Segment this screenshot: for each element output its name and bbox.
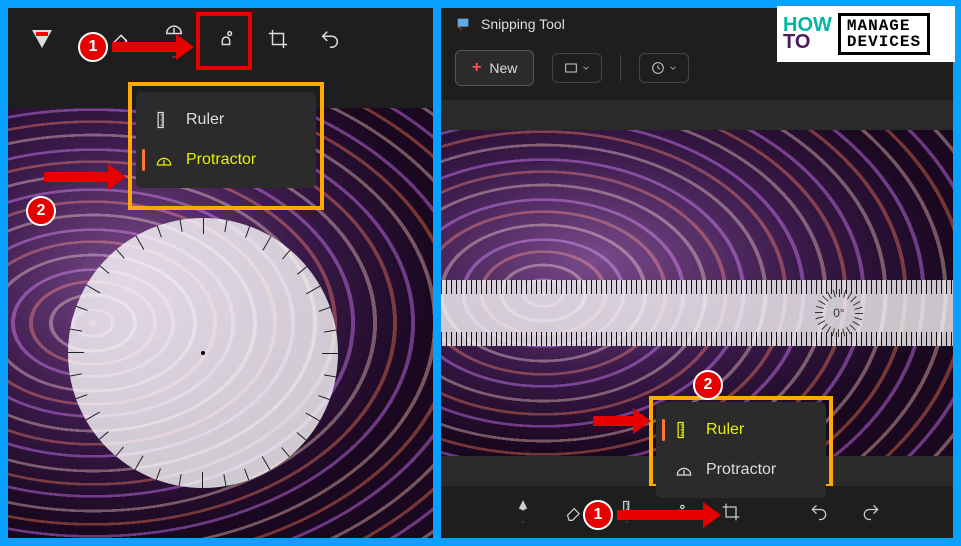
arrow-2	[44, 172, 112, 182]
step-badge-1-right: 1	[583, 500, 613, 530]
new-button[interactable]: + New	[455, 50, 534, 86]
eraser-tool[interactable]	[100, 17, 144, 61]
undo-tool[interactable]	[308, 17, 352, 61]
rectangle-icon	[563, 60, 579, 76]
clock-icon	[650, 60, 666, 76]
menu-item-protractor[interactable]: Protractor	[136, 140, 316, 180]
ruler-overlay[interactable]: 0°	[441, 280, 953, 346]
menu-item-ruler[interactable]: Ruler	[136, 100, 316, 140]
watermark-logo: HOW TO MANAGE DEVICES	[777, 6, 955, 62]
ruler-dropdown-menu: Ruler Protractor	[136, 92, 316, 188]
arrow-1	[112, 42, 180, 52]
left-screenshot: Ruler Protractor 1 2	[8, 8, 433, 538]
new-label: New	[489, 60, 517, 76]
logo-brand: MANAGE DEVICES	[838, 13, 930, 55]
app-icon	[455, 16, 471, 32]
protractor-icon	[154, 150, 174, 170]
arrow-1-right	[617, 510, 707, 520]
ruler-dropdown-menu-right: Ruler Protractor	[656, 402, 826, 498]
logo-how: HOW TO	[783, 17, 832, 51]
menu-label: Ruler	[706, 421, 744, 439]
app-title: Snipping Tool	[481, 16, 565, 32]
redo-tool[interactable]	[853, 492, 889, 532]
pen-tool[interactable]	[20, 17, 64, 61]
ruler-icon	[154, 110, 174, 130]
ruler-icon	[674, 420, 694, 440]
right-screenshot: Snipping Tool + New 0°	[441, 8, 953, 538]
snip-mode-button[interactable]	[552, 53, 602, 83]
plus-icon: +	[472, 59, 481, 77]
step-badge-1: 1	[78, 32, 108, 62]
delay-button[interactable]	[639, 53, 689, 83]
undo-tool[interactable]	[801, 492, 837, 532]
crop-tool[interactable]	[256, 17, 300, 61]
arrow-2-right	[593, 416, 637, 426]
chevron-down-icon	[668, 60, 678, 76]
menu-label: Ruler	[186, 111, 224, 129]
divider	[620, 55, 621, 81]
menu-label: Protractor	[186, 151, 256, 169]
angle-value: 0°	[815, 289, 863, 337]
step-badge-2-right: 2	[693, 370, 723, 400]
menu-label: Protractor	[706, 461, 776, 479]
step-badge-2: 2	[26, 196, 56, 226]
pen-tool[interactable]	[505, 492, 541, 532]
protractor-overlay[interactable]	[68, 218, 338, 488]
ruler-angle-dial[interactable]: 0°	[815, 289, 863, 337]
menu-item-protractor[interactable]: Protractor	[656, 450, 826, 490]
menu-item-ruler[interactable]: Ruler	[656, 410, 826, 450]
highlight-box-tool	[196, 12, 252, 70]
protractor-icon	[674, 460, 694, 480]
chevron-down-icon	[581, 60, 591, 76]
